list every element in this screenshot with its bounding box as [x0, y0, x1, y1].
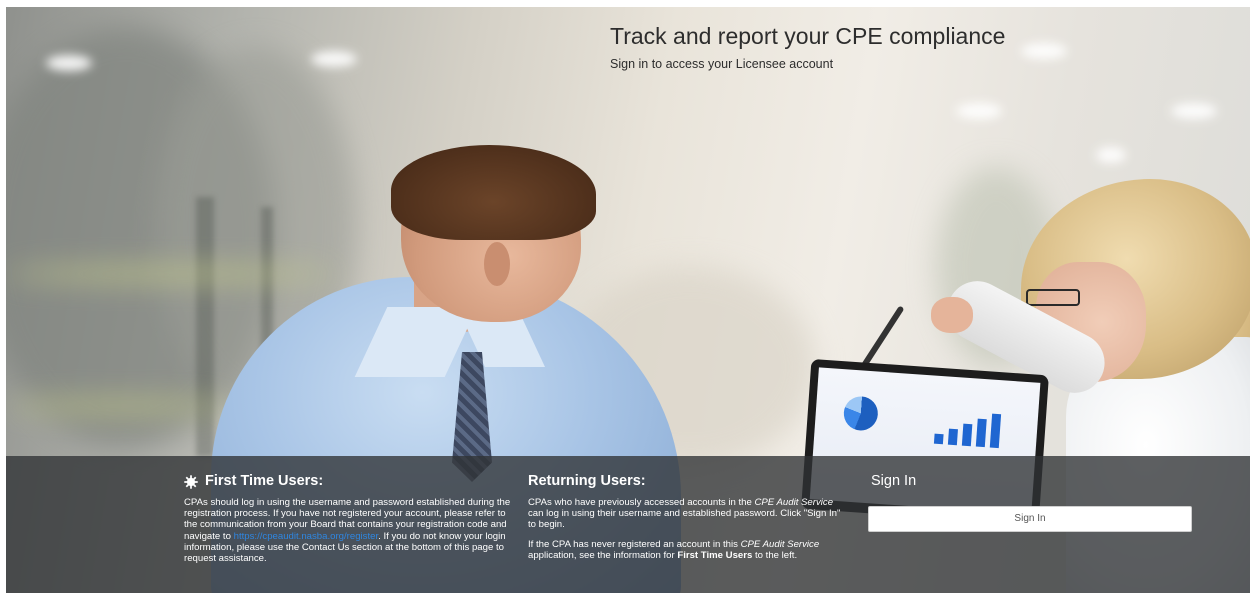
- first-time-users-heading: First Time Users:: [184, 473, 519, 490]
- never-registered-text: If the CPA has never registered an accou…: [528, 538, 820, 561]
- registration-link[interactable]: https://cpeaudit.nasba.org/register: [234, 531, 379, 542]
- returning-users-heading: Returning Users:: [528, 473, 646, 489]
- gear-icon: [184, 474, 198, 489]
- info-band: First Time Users: CPAs should log in usi…: [6, 456, 1250, 593]
- page-subtitle: Sign in to access your Licensee account: [610, 57, 834, 71]
- pie-chart-graphic: [842, 395, 879, 432]
- returning-users-section: Returning Users: CPAs who have previousl…: [528, 473, 843, 569]
- first-time-users-text: CPAs should log in using the username an…: [184, 497, 511, 565]
- sign-in-section: Sign In Sign In: [868, 473, 1194, 532]
- hero-section: Track and report your CPE compliance Sig…: [6, 7, 1250, 593]
- page-title: Track and report your CPE compliance: [610, 23, 1006, 49]
- returning-users-text: CPAs who have previously accessed accoun…: [528, 497, 841, 531]
- sign-in-button[interactable]: Sign In: [868, 506, 1192, 532]
- bar-chart-graphic: [933, 404, 1002, 449]
- sign-in-heading: Sign In: [871, 473, 917, 489]
- first-time-users-section: First Time Users: CPAs should log in usi…: [184, 473, 519, 572]
